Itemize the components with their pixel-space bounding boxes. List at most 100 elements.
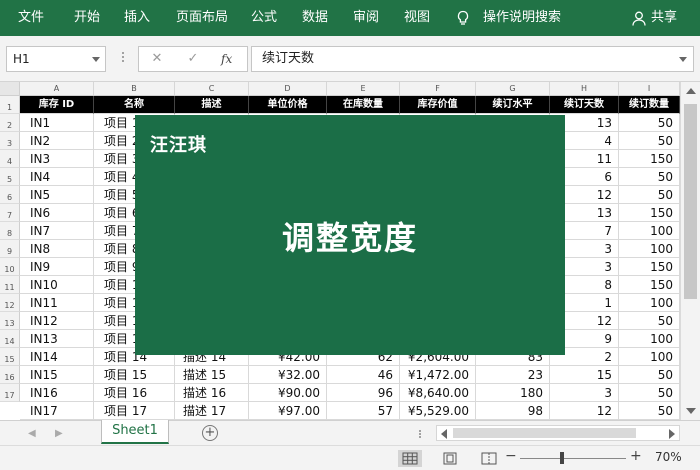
cell-d18[interactable]: ¥97.00 — [249, 402, 327, 420]
cell-i10[interactable]: 150 — [619, 258, 680, 276]
header-cell-h[interactable]: 续订天数 — [550, 96, 619, 114]
column-header-g[interactable]: G — [476, 82, 550, 96]
expand-formula-icon[interactable] — [679, 57, 687, 62]
cell-c17[interactable]: 描述 16 — [175, 384, 249, 402]
tab-view[interactable]: 视图 — [404, 0, 430, 36]
header-cell-d[interactable]: 单位价格 — [249, 96, 327, 114]
cell-f16[interactable]: ¥1,472.00 — [400, 366, 476, 384]
page-break-view-icon[interactable] — [477, 450, 501, 467]
row-header-10[interactable]: 10 — [0, 258, 20, 276]
cell-a8[interactable]: IN7 — [20, 222, 94, 240]
scroll-thumb[interactable] — [684, 104, 697, 299]
share-button[interactable]: 共享 — [651, 0, 677, 36]
sheet-tab-sheet1[interactable]: Sheet1 — [101, 420, 169, 444]
zoom-in-button[interactable]: + — [630, 448, 642, 464]
tell-me-search[interactable]: 操作说明搜索 — [483, 0, 561, 36]
cell-a7[interactable]: IN6 — [20, 204, 94, 222]
cell-i16[interactable]: 50 — [619, 366, 680, 384]
tab-home[interactable]: 开始 — [74, 0, 100, 36]
scroll-down-icon[interactable] — [686, 408, 696, 414]
cell-i18[interactable]: 50 — [619, 402, 680, 420]
cell-a4[interactable]: IN3 — [20, 150, 94, 168]
cell-i12[interactable]: 100 — [619, 294, 680, 312]
row-header-15[interactable]: 15 — [0, 348, 20, 366]
cell-i9[interactable]: 100 — [619, 240, 680, 258]
row-header-1[interactable]: 1 — [0, 96, 20, 114]
cell-i5[interactable]: 50 — [619, 168, 680, 186]
cell-e16[interactable]: 46 — [327, 366, 400, 384]
cell-i14[interactable]: 100 — [619, 330, 680, 348]
header-cell-a[interactable]: 库存 ID — [20, 96, 94, 114]
column-header-i[interactable]: I — [619, 82, 680, 96]
person-icon[interactable] — [632, 11, 646, 26]
select-all-corner[interactable] — [0, 82, 20, 96]
formula-input[interactable]: 续订天数 — [251, 46, 694, 72]
header-cell-i[interactable]: 续订数量 — [619, 96, 680, 114]
row-header-14[interactable]: 14 — [0, 330, 20, 348]
scroll-left-icon[interactable] — [441, 429, 447, 439]
row-header-2[interactable]: 2 — [0, 114, 20, 132]
header-cell-c[interactable]: 描述 — [175, 96, 249, 114]
tab-data[interactable]: 数据 — [302, 0, 328, 36]
scroll-right-icon[interactable] — [669, 429, 675, 439]
name-box[interactable]: H1 — [6, 46, 106, 72]
cell-d17[interactable]: ¥90.00 — [249, 384, 327, 402]
hscroll-thumb[interactable] — [453, 428, 636, 438]
cell-b16[interactable]: 项目 15 — [94, 366, 175, 384]
cell-i7[interactable]: 150 — [619, 204, 680, 222]
cell-a17[interactable]: IN16 — [20, 384, 94, 402]
row-header-7[interactable]: 7 — [0, 204, 20, 222]
header-cell-f[interactable]: 库存价值 — [400, 96, 476, 114]
cell-a16[interactable]: IN15 — [20, 366, 94, 384]
row-header-4[interactable]: 4 — [0, 150, 20, 168]
cell-a2[interactable]: IN1 — [20, 114, 94, 132]
cell-b17[interactable]: 项目 16 — [94, 384, 175, 402]
cell-i4[interactable]: 150 — [619, 150, 680, 168]
tab-split-grip[interactable] — [418, 429, 422, 439]
cell-a12[interactable]: IN11 — [20, 294, 94, 312]
row-header-12[interactable]: 12 — [0, 294, 20, 312]
row-header-8[interactable]: 8 — [0, 222, 20, 240]
cell-g17[interactable]: 180 — [476, 384, 550, 402]
column-header-d[interactable]: D — [249, 82, 327, 96]
cell-a15[interactable]: IN14 — [20, 348, 94, 366]
cell-i3[interactable]: 50 — [619, 132, 680, 150]
row-header-5[interactable]: 5 — [0, 168, 20, 186]
zoom-slider-thumb[interactable] — [560, 452, 565, 464]
cell-a14[interactable]: IN13 — [20, 330, 94, 348]
row-header-13[interactable]: 13 — [0, 312, 20, 330]
cell-e18[interactable]: 57 — [327, 402, 400, 420]
cell-i2[interactable]: 50 — [619, 114, 680, 132]
scroll-up-icon[interactable] — [686, 88, 696, 94]
cell-f17[interactable]: ¥8,640.00 — [400, 384, 476, 402]
cell-g16[interactable]: 23 — [476, 366, 550, 384]
next-sheet-icon[interactable]: ▶ — [55, 428, 63, 439]
tab-formulas[interactable]: 公式 — [251, 0, 277, 36]
column-header-h[interactable]: H — [550, 82, 619, 96]
add-sheet-icon[interactable]: + — [202, 425, 218, 441]
tab-insert[interactable]: 插入 — [124, 0, 150, 36]
header-cell-e[interactable]: 在库数量 — [327, 96, 400, 114]
cell-i13[interactable]: 50 — [619, 312, 680, 330]
row-header-11[interactable]: 11 — [0, 276, 20, 294]
cell-a9[interactable]: IN8 — [20, 240, 94, 258]
cell-h18[interactable]: 12 — [550, 402, 619, 420]
cell-a11[interactable]: IN10 — [20, 276, 94, 294]
cell-h17[interactable]: 3 — [550, 384, 619, 402]
lightbulb-icon[interactable] — [455, 10, 471, 26]
enter-icon[interactable]: ✓ — [181, 47, 205, 71]
cell-i6[interactable]: 50 — [619, 186, 680, 204]
zoom-level[interactable]: 70% — [655, 450, 682, 464]
cell-a18[interactable]: IN17 — [20, 402, 94, 420]
column-header-b[interactable]: B — [94, 82, 175, 96]
prev-sheet-icon[interactable]: ◀ — [28, 428, 36, 439]
cell-g18[interactable]: 98 — [476, 402, 550, 420]
header-cell-b[interactable]: 名称 — [94, 96, 175, 114]
tab-review[interactable]: 审阅 — [353, 0, 379, 36]
vertical-scrollbar[interactable] — [680, 82, 700, 420]
row-header-6[interactable]: 6 — [0, 186, 20, 204]
row-header-17[interactable]: 17 — [0, 384, 20, 402]
zoom-slider[interactable] — [520, 458, 626, 459]
cell-d16[interactable]: ¥32.00 — [249, 366, 327, 384]
page-layout-view-icon[interactable] — [438, 450, 462, 467]
